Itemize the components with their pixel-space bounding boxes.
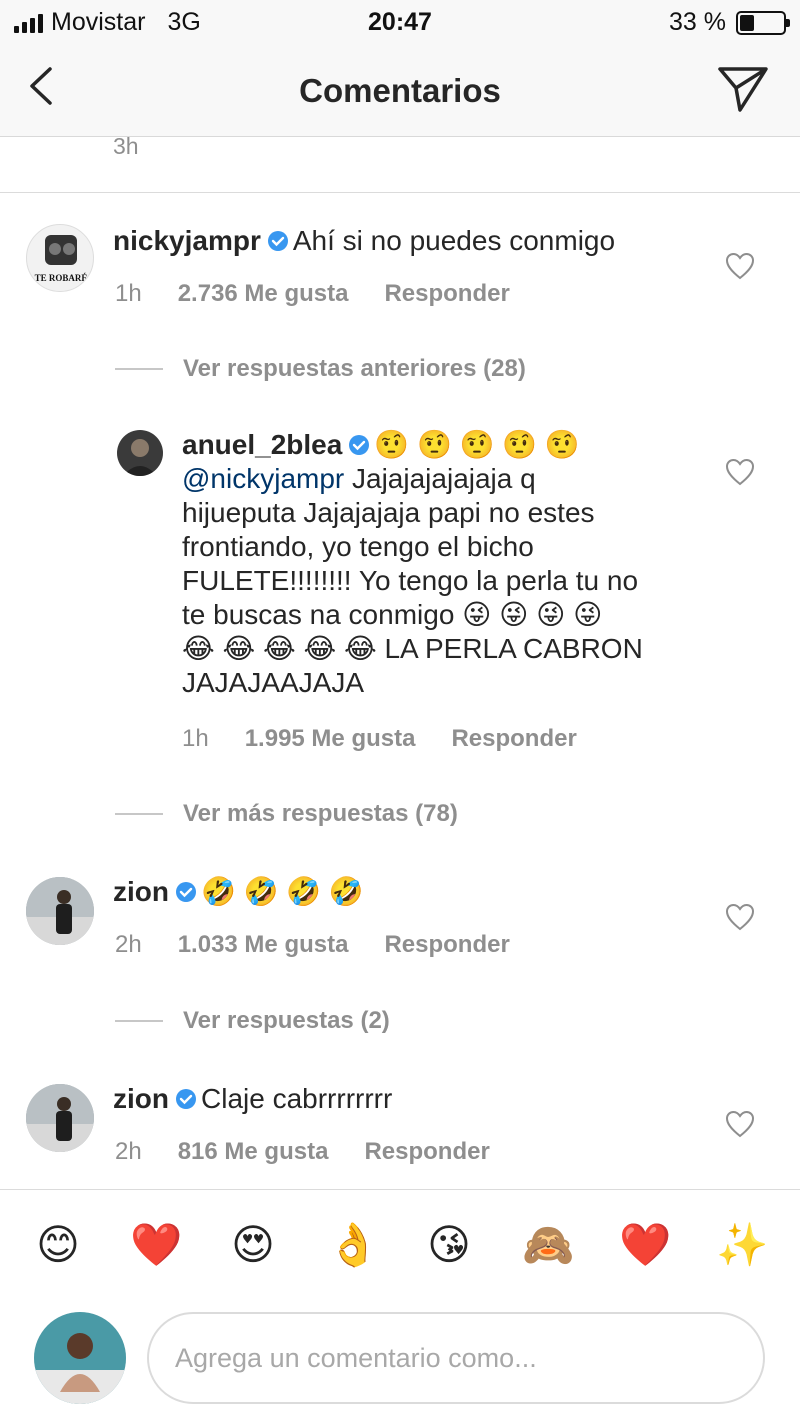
like-heart-icon[interactable]: [725, 903, 755, 931]
smiling-face-emoji-button[interactable]: 😊: [33, 1220, 83, 1270]
reply-button[interactable]: Responder: [451, 725, 576, 752]
divider: [115, 368, 163, 370]
heart-eyes-emoji-button[interactable]: 😍: [228, 1220, 278, 1270]
divider: [115, 813, 163, 815]
like-count[interactable]: 2.736 Me gusta: [178, 280, 349, 307]
comment-meta: 1h 2.736 Me gusta Responder: [115, 280, 510, 308]
view-replies-label[interactable]: Ver respuestas anteriores (28): [183, 355, 526, 383]
reply-button[interactable]: Responder: [384, 280, 509, 307]
comment-body: anuel_2blea 🤨 🤨 🤨 🤨 🤨 @nickyjampr Jajajaj…: [182, 428, 722, 700]
comment-body: nickyjampr Ahí si no puedes conmigo: [113, 224, 713, 258]
comment-text-line: FULETE!!!!!!!! Yo tengo la perla tu no: [182, 565, 639, 596]
avatar[interactable]: [117, 430, 163, 476]
ok-hand-emoji-button[interactable]: 👌: [327, 1220, 379, 1270]
page-title: Comentarios: [299, 72, 501, 109]
mention-link[interactable]: @nickyjampr: [182, 463, 344, 494]
view-replies-link[interactable]: Ver respuestas anteriores (28): [115, 355, 526, 383]
sparkles-emoji-button[interactable]: ✨: [716, 1220, 768, 1270]
verified-badge-icon: [267, 231, 288, 251]
comment-age: 2h: [115, 931, 142, 958]
verified-badge-icon: [349, 435, 370, 455]
avatar-logo-text: TE ROBARÉ: [35, 273, 88, 283]
username[interactable]: anuel_2blea: [182, 429, 342, 460]
divider: [115, 1020, 163, 1022]
heart-emoji-button[interactable]: ❤️: [130, 1220, 182, 1270]
view-replies-label[interactable]: Ver respuestas (2): [183, 1007, 390, 1035]
battery-status: 33 %: [669, 8, 790, 37]
comment-text: 🤣 🤣 🤣 🤣: [201, 876, 364, 907]
view-replies-link[interactable]: Ver respuestas (2): [115, 1007, 390, 1035]
current-user-avatar: [34, 1312, 126, 1404]
comment-meta: 1h 1.995 Me gusta Responder: [182, 725, 577, 753]
comment-text-line: frontiando, yo tengo el bicho: [182, 531, 534, 562]
avatar[interactable]: TE ROBARÉ: [26, 224, 94, 292]
comment-text-line: 🤨 🤨 🤨 🤨 🤨: [374, 429, 580, 460]
like-count[interactable]: 1.995 Me gusta: [245, 725, 416, 752]
comment-text-line: 😂 😂 😂 😂 😂 LA PERLA CABRON: [182, 633, 643, 664]
comment-text: Claje cabrrrrrrrr: [201, 1083, 393, 1114]
previous-comment-time: 3h: [113, 133, 139, 159]
comment-body: zion 🤣 🤣 🤣 🤣: [113, 875, 713, 909]
compose-bar: Agrega un comentario como...: [0, 1300, 800, 1422]
verified-badge-icon: [176, 882, 196, 902]
divider: [0, 192, 800, 193]
like-count[interactable]: 1.033 Me gusta: [178, 931, 349, 958]
view-more-replies-link[interactable]: Ver más respuestas (78): [115, 800, 458, 828]
comment-text-line: Jajajajajajaja q: [352, 463, 536, 494]
reply-button[interactable]: Responder: [364, 1138, 489, 1165]
verified-badge-icon: [176, 1089, 196, 1109]
comment-text-line: JAJAJAAJAJA: [182, 667, 365, 698]
comment-meta: 2h 816 Me gusta Responder: [115, 1138, 490, 1166]
comment-age: 2h: [115, 1138, 142, 1165]
comment-text-line: hijueputa Jajajajaja papi no estes: [182, 497, 595, 528]
avatar[interactable]: [26, 1084, 94, 1152]
battery-percent: 33 %: [669, 8, 726, 36]
avatar[interactable]: [26, 877, 94, 945]
heart-emoji-button[interactable]: ❤️: [619, 1220, 671, 1270]
comment-meta: 2h 1.033 Me gusta Responder: [115, 931, 510, 959]
nav-header: Comentarios: [0, 44, 800, 137]
username[interactable]: nickyjampr: [113, 225, 261, 256]
status-bar: Movistar 3G 20:47 33 %: [0, 0, 800, 44]
emoji-quick-bar: 😊 ❤️ 😍 👌 😘 🙈 ❤️ ✨: [0, 1189, 800, 1301]
battery-icon: [736, 10, 790, 35]
comment-age: 1h: [182, 725, 209, 752]
comment-age: 1h: [115, 280, 142, 307]
reply-button[interactable]: Responder: [384, 931, 509, 958]
comment-body: zion Claje cabrrrrrrrr: [113, 1082, 713, 1116]
username[interactable]: zion: [113, 876, 169, 907]
comment-text: Ahí si no puedes conmigo: [292, 225, 616, 256]
view-replies-label[interactable]: Ver más respuestas (78): [183, 800, 458, 828]
like-count[interactable]: 816 Me gusta: [178, 1138, 329, 1165]
see-no-evil-monkey-emoji-button[interactable]: 🙈: [522, 1220, 574, 1270]
like-heart-icon[interactable]: [725, 458, 755, 486]
like-heart-icon[interactable]: [725, 1110, 755, 1138]
username[interactable]: zion: [113, 1083, 169, 1114]
kiss-face-emoji-button[interactable]: 😘: [424, 1220, 474, 1270]
comment-text-line: te buscas na conmigo 😜 😜 😜 😜: [182, 599, 603, 630]
comment-input[interactable]: Agrega un comentario como...: [147, 1312, 765, 1404]
like-heart-icon[interactable]: [725, 252, 755, 280]
direct-send-icon[interactable]: [716, 64, 770, 114]
